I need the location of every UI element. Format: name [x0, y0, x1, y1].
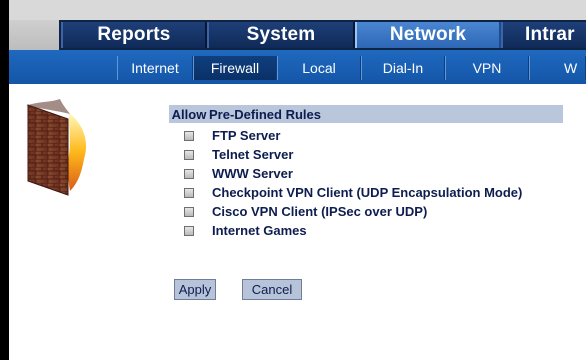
firewall-brick-icon	[26, 99, 87, 196]
nav-left-spacer	[9, 20, 59, 50]
content-area: Allow Pre-Defined Rules FTP Server Telne…	[9, 84, 586, 360]
rule-label-ftp: FTP Server	[212, 128, 281, 143]
tab-network[interactable]: Network	[355, 22, 501, 48]
sub-navigation: Internet Firewall Local Dial-In VPN W	[9, 50, 586, 84]
subtab-w[interactable]: W	[529, 56, 586, 80]
rules-header-label: Pre-Defined Rules	[209, 106, 321, 122]
rule-label-checkpoint-vpn: Checkpoint VPN Client (UDP Encapsulation…	[212, 185, 523, 200]
rule-label-internet-games: Internet Games	[212, 223, 307, 238]
subtab-vpn[interactable]: VPN	[445, 56, 529, 80]
cancel-button[interactable]: Cancel	[242, 279, 302, 300]
left-frame-border	[0, 0, 9, 360]
rule-row-telnet: Telnet Server	[184, 145, 293, 164]
top-bar	[9, 0, 586, 21]
apply-button[interactable]: Apply	[174, 279, 216, 300]
rule-checkbox-cisco-vpn[interactable]	[184, 206, 194, 217]
rule-row-checkpoint-vpn: Checkpoint VPN Client (UDP Encapsulation…	[184, 183, 522, 202]
tab-system[interactable]: System	[207, 22, 355, 48]
rule-checkbox-ftp[interactable]	[184, 130, 194, 141]
tab-reports-label: Reports	[97, 24, 171, 45]
rule-label-telnet: Telnet Server	[212, 147, 294, 162]
subtab-vpn-label: VPN	[472, 60, 502, 76]
tab-system-label: System	[246, 24, 316, 45]
subtab-w-label: W	[564, 60, 578, 76]
subtab-local[interactable]: Local	[277, 56, 361, 80]
subtab-firewall[interactable]: Firewall	[193, 56, 277, 80]
rule-row-internet-games: Internet Games	[184, 221, 307, 240]
rule-row-ftp: FTP Server	[184, 126, 280, 145]
subtab-firewall-label: Firewall	[210, 60, 260, 76]
allow-column-label: Allow	[171, 106, 207, 122]
tab-reports[interactable]: Reports	[61, 22, 207, 48]
rule-checkbox-www[interactable]	[184, 168, 194, 179]
subtab-internet[interactable]: Internet	[117, 56, 193, 80]
subtab-dial-in[interactable]: Dial-In	[361, 56, 445, 80]
subtab-internet-label: Internet	[131, 60, 179, 76]
rule-checkbox-telnet[interactable]	[184, 149, 194, 160]
rule-label-cisco-vpn: Cisco VPN Client (IPSec over UDP)	[212, 204, 428, 219]
tab-intranet[interactable]: Intrar	[501, 22, 586, 48]
rule-label-www: WWW Server	[212, 166, 293, 181]
subtab-dial-in-label: Dial-In	[382, 60, 424, 76]
subtab-local-label: Local	[302, 60, 336, 76]
tab-intranet-label: Intrar	[525, 24, 575, 45]
rule-checkbox-checkpoint-vpn[interactable]	[184, 187, 194, 198]
rules-header: Allow Pre-Defined Rules	[169, 105, 563, 123]
rule-row-cisco-vpn: Cisco VPN Client (IPSec over UDP)	[184, 202, 427, 221]
tab-network-label: Network	[389, 24, 467, 45]
rule-checkbox-internet-games[interactable]	[184, 225, 194, 236]
rule-row-www: WWW Server	[184, 164, 293, 183]
main-navigation: Reports System Network Intrar	[9, 20, 586, 50]
